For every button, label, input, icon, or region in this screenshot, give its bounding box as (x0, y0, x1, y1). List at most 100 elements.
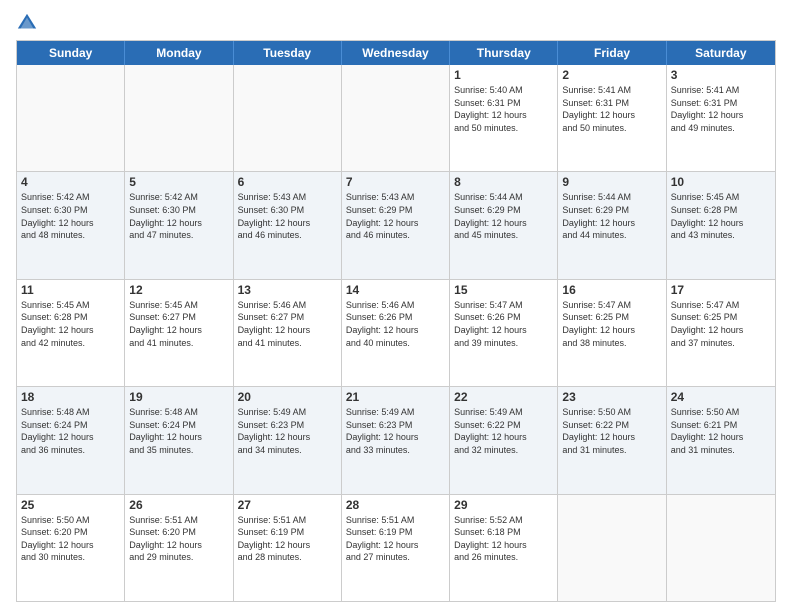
day-info: Sunrise: 5:52 AMSunset: 6:18 PMDaylight:… (454, 514, 553, 564)
day-info: Sunrise: 5:47 AMSunset: 6:25 PMDaylight:… (562, 299, 661, 349)
calendar-cell: 17 Sunrise: 5:47 AMSunset: 6:25 PMDayligh… (667, 280, 775, 386)
calendar-cell: 19 Sunrise: 5:48 AMSunset: 6:24 PMDayligh… (125, 387, 233, 493)
day-number: 13 (238, 283, 337, 297)
calendar-header-cell: Thursday (450, 41, 558, 65)
day-number: 12 (129, 283, 228, 297)
calendar-cell: 24 Sunrise: 5:50 AMSunset: 6:21 PMDayligh… (667, 387, 775, 493)
day-info: Sunrise: 5:47 AMSunset: 6:25 PMDaylight:… (671, 299, 771, 349)
day-number: 24 (671, 390, 771, 404)
day-info: Sunrise: 5:45 AMSunset: 6:27 PMDaylight:… (129, 299, 228, 349)
day-info: Sunrise: 5:51 AMSunset: 6:20 PMDaylight:… (129, 514, 228, 564)
day-info: Sunrise: 5:48 AMSunset: 6:24 PMDaylight:… (21, 406, 120, 456)
day-number: 14 (346, 283, 445, 297)
calendar-cell: 21Sunrise: 5:49 AMSunset: 6:23 PMDayligh… (342, 387, 450, 493)
calendar-cell (234, 65, 342, 171)
calendar-cell: 23 Sunrise: 5:50 AMSunset: 6:22 PMDayligh… (558, 387, 666, 493)
calendar-cell: 2Sunrise: 5:41 AMSunset: 6:31 PMDaylight… (558, 65, 666, 171)
calendar-cell (17, 65, 125, 171)
calendar-cell: 10 Sunrise: 5:45 AMSunset: 6:28 PMDayligh… (667, 172, 775, 278)
day-number: 5 (129, 175, 228, 189)
calendar-cell: 4 Sunrise: 5:42 AMSunset: 6:30 PMDaylight… (17, 172, 125, 278)
calendar-cell (667, 495, 775, 601)
calendar-row: 11Sunrise: 5:45 AMSunset: 6:28 PMDayligh… (17, 280, 775, 387)
calendar-header-cell: Saturday (667, 41, 775, 65)
calendar-cell (125, 65, 233, 171)
day-info: Sunrise: 5:49 AMSunset: 6:23 PMDaylight:… (238, 406, 337, 456)
header (16, 12, 776, 34)
day-info: Sunrise: 5:44 AMSunset: 6:29 PMDaylight:… (562, 191, 661, 241)
calendar-header-cell: Wednesday (342, 41, 450, 65)
day-number: 16 (562, 283, 661, 297)
calendar-body: 1 Sunrise: 5:40 AMSunset: 6:31 PMDaylight… (17, 65, 775, 601)
day-number: 28 (346, 498, 445, 512)
day-number: 20 (238, 390, 337, 404)
day-number: 25 (21, 498, 120, 512)
calendar-cell (558, 495, 666, 601)
calendar-header-cell: Friday (558, 41, 666, 65)
calendar-cell (342, 65, 450, 171)
calendar-cell: 18Sunrise: 5:48 AMSunset: 6:24 PMDayligh… (17, 387, 125, 493)
day-info: Sunrise: 5:50 AMSunset: 6:22 PMDaylight:… (562, 406, 661, 456)
day-info: Sunrise: 5:51 AMSunset: 6:19 PMDaylight:… (238, 514, 337, 564)
calendar-cell: 20 Sunrise: 5:49 AMSunset: 6:23 PMDayligh… (234, 387, 342, 493)
calendar-cell: 1 Sunrise: 5:40 AMSunset: 6:31 PMDaylight… (450, 65, 558, 171)
day-info: Sunrise: 5:40 AMSunset: 6:31 PMDaylight:… (454, 84, 553, 134)
day-info: Sunrise: 5:47 AMSunset: 6:26 PMDaylight:… (454, 299, 553, 349)
day-info: Sunrise: 5:42 AMSunset: 6:30 PMDaylight:… (21, 191, 120, 241)
calendar-cell: 15Sunrise: 5:47 AMSunset: 6:26 PMDayligh… (450, 280, 558, 386)
day-number: 10 (671, 175, 771, 189)
day-info: Sunrise: 5:49 AMSunset: 6:23 PMDaylight:… (346, 406, 445, 456)
calendar-row: 4 Sunrise: 5:42 AMSunset: 6:30 PMDaylight… (17, 172, 775, 279)
day-info: Sunrise: 5:41 AMSunset: 6:31 PMDaylight:… (671, 84, 771, 134)
day-number: 27 (238, 498, 337, 512)
calendar: SundayMondayTuesdayWednesdayThursdayFrid… (16, 40, 776, 602)
day-number: 19 (129, 390, 228, 404)
calendar-cell: 16 Sunrise: 5:47 AMSunset: 6:25 PMDayligh… (558, 280, 666, 386)
day-info: Sunrise: 5:50 AMSunset: 6:20 PMDaylight:… (21, 514, 120, 564)
day-number: 26 (129, 498, 228, 512)
calendar-cell: 8Sunrise: 5:44 AMSunset: 6:29 PMDaylight… (450, 172, 558, 278)
calendar-cell: 27 Sunrise: 5:51 AMSunset: 6:19 PMDayligh… (234, 495, 342, 601)
day-number: 8 (454, 175, 553, 189)
calendar-row: 25 Sunrise: 5:50 AMSunset: 6:20 PMDayligh… (17, 495, 775, 601)
calendar-cell: 22 Sunrise: 5:49 AMSunset: 6:22 PMDayligh… (450, 387, 558, 493)
day-info: Sunrise: 5:45 AMSunset: 6:28 PMDaylight:… (671, 191, 771, 241)
day-info: Sunrise: 5:49 AMSunset: 6:22 PMDaylight:… (454, 406, 553, 456)
calendar-header-row: SundayMondayTuesdayWednesdayThursdayFrid… (17, 41, 775, 65)
day-info: Sunrise: 5:48 AMSunset: 6:24 PMDaylight:… (129, 406, 228, 456)
day-info: Sunrise: 5:43 AMSunset: 6:29 PMDaylight:… (346, 191, 445, 241)
day-info: Sunrise: 5:46 AMSunset: 6:27 PMDaylight:… (238, 299, 337, 349)
day-number: 7 (346, 175, 445, 189)
day-number: 22 (454, 390, 553, 404)
day-info: Sunrise: 5:42 AMSunset: 6:30 PMDaylight:… (129, 191, 228, 241)
day-info: Sunrise: 5:41 AMSunset: 6:31 PMDaylight:… (562, 84, 661, 134)
calendar-cell: 3 Sunrise: 5:41 AMSunset: 6:31 PMDaylight… (667, 65, 775, 171)
day-number: 9 (562, 175, 661, 189)
day-number: 4 (21, 175, 120, 189)
calendar-cell: 5 Sunrise: 5:42 AMSunset: 6:30 PMDaylight… (125, 172, 233, 278)
day-info: Sunrise: 5:43 AMSunset: 6:30 PMDaylight:… (238, 191, 337, 241)
calendar-cell: 14 Sunrise: 5:46 AMSunset: 6:26 PMDayligh… (342, 280, 450, 386)
day-number: 6 (238, 175, 337, 189)
day-info: Sunrise: 5:46 AMSunset: 6:26 PMDaylight:… (346, 299, 445, 349)
calendar-cell: 28 Sunrise: 5:51 AMSunset: 6:19 PMDayligh… (342, 495, 450, 601)
calendar-header-cell: Tuesday (234, 41, 342, 65)
calendar-header-cell: Sunday (17, 41, 125, 65)
calendar-cell: 25 Sunrise: 5:50 AMSunset: 6:20 PMDayligh… (17, 495, 125, 601)
calendar-cell: 13 Sunrise: 5:46 AMSunset: 6:27 PMDayligh… (234, 280, 342, 386)
calendar-cell: 6 Sunrise: 5:43 AMSunset: 6:30 PMDaylight… (234, 172, 342, 278)
day-number: 23 (562, 390, 661, 404)
logo (16, 12, 42, 34)
day-number: 1 (454, 68, 553, 82)
calendar-cell: 11Sunrise: 5:45 AMSunset: 6:28 PMDayligh… (17, 280, 125, 386)
day-number: 11 (21, 283, 120, 297)
calendar-cell: 26 Sunrise: 5:51 AMSunset: 6:20 PMDayligh… (125, 495, 233, 601)
day-info: Sunrise: 5:51 AMSunset: 6:19 PMDaylight:… (346, 514, 445, 564)
day-number: 17 (671, 283, 771, 297)
calendar-cell: 9 Sunrise: 5:44 AMSunset: 6:29 PMDaylight… (558, 172, 666, 278)
day-number: 3 (671, 68, 771, 82)
day-number: 29 (454, 498, 553, 512)
logo-icon (16, 12, 38, 34)
day-info: Sunrise: 5:50 AMSunset: 6:21 PMDaylight:… (671, 406, 771, 456)
calendar-cell: 29 Sunrise: 5:52 AMSunset: 6:18 PMDayligh… (450, 495, 558, 601)
